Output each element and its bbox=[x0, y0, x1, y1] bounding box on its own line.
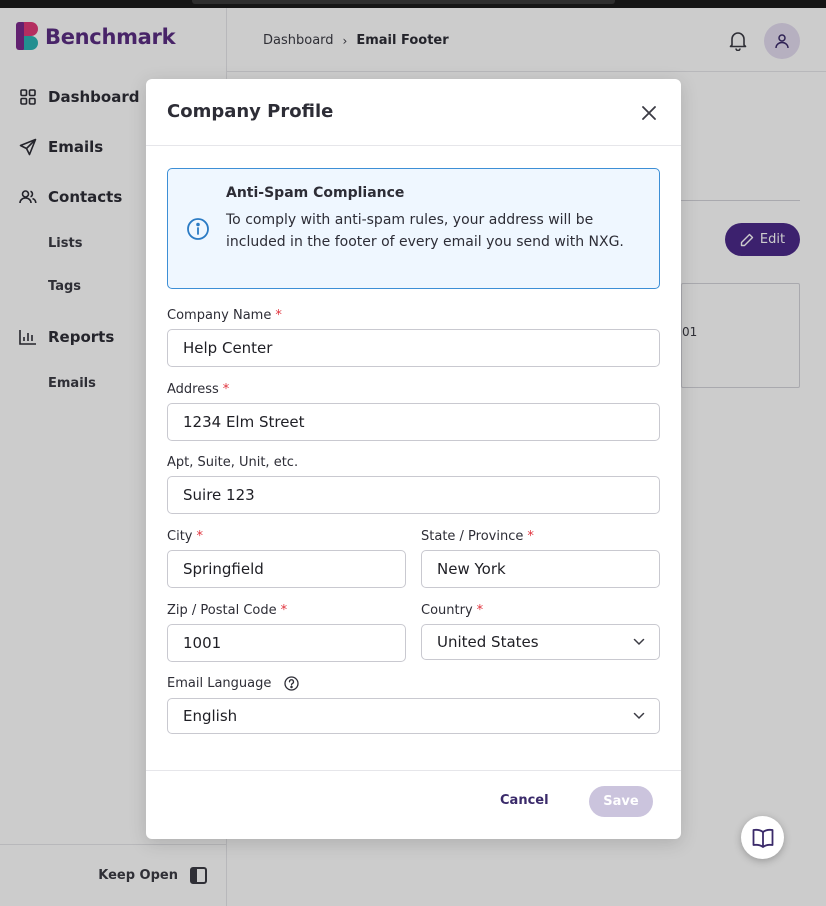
company-name-label-text: Company Name bbox=[167, 308, 272, 323]
city-label: City * bbox=[167, 529, 203, 544]
required-mark: * bbox=[222, 382, 230, 397]
city-value: Springfield bbox=[183, 560, 264, 578]
company-name-input[interactable]: Help Center bbox=[167, 329, 660, 367]
email-language-value: English bbox=[183, 707, 238, 725]
modal-header: Company Profile bbox=[146, 79, 681, 146]
required-mark: * bbox=[476, 603, 484, 618]
company-name-label: Company Name * bbox=[167, 308, 282, 323]
modal-footer: Cancel Save bbox=[146, 770, 681, 839]
email-language-label: Email Language bbox=[167, 676, 299, 691]
zip-label: Zip / Postal Code * bbox=[167, 603, 287, 618]
apt-label: Apt, Suite, Unit, etc. bbox=[167, 455, 298, 470]
close-icon[interactable] bbox=[639, 103, 659, 123]
company-profile-modal: Company Profile Anti-Spam Compliance To … bbox=[146, 79, 681, 839]
country-label-text: Country bbox=[421, 603, 473, 618]
zip-value: 1001 bbox=[183, 634, 222, 652]
country-select[interactable]: United States bbox=[421, 624, 660, 660]
country-label: Country * bbox=[421, 603, 483, 618]
state-label: State / Province * bbox=[421, 529, 534, 544]
address-value: 1234 Elm Street bbox=[183, 413, 305, 431]
country-value: United States bbox=[437, 633, 539, 651]
modal-title: Company Profile bbox=[167, 101, 334, 122]
company-name-value: Help Center bbox=[183, 339, 273, 357]
address-label: Address * bbox=[167, 382, 229, 397]
info-text: To comply with anti-spam rules, your add… bbox=[226, 212, 624, 250]
city-input[interactable]: Springfield bbox=[167, 550, 406, 588]
save-button[interactable]: Save bbox=[589, 786, 653, 817]
email-language-select[interactable]: English bbox=[167, 698, 660, 734]
apt-value: Suire 123 bbox=[183, 486, 255, 504]
info-title: Anti-Spam Compliance bbox=[226, 185, 405, 201]
city-label-text: City bbox=[167, 529, 193, 544]
state-input[interactable]: New York bbox=[421, 550, 660, 588]
apt-label-text: Apt, Suite, Unit, etc. bbox=[167, 455, 299, 470]
state-label-text: State / Province bbox=[421, 529, 524, 544]
state-value: New York bbox=[437, 560, 506, 578]
open-book-icon bbox=[752, 828, 773, 848]
required-mark: * bbox=[275, 308, 282, 323]
cancel-button[interactable]: Cancel bbox=[500, 793, 549, 808]
chevron-down-icon bbox=[633, 638, 645, 646]
chevron-down-icon bbox=[633, 712, 645, 720]
info-icon bbox=[186, 217, 210, 241]
required-mark: * bbox=[280, 603, 288, 618]
apt-input[interactable]: Suire 123 bbox=[167, 476, 660, 514]
zip-label-text: Zip / Postal Code bbox=[167, 603, 277, 618]
help-docs-button[interactable] bbox=[741, 816, 784, 859]
help-circle-icon[interactable] bbox=[283, 676, 299, 691]
zip-input[interactable]: 1001 bbox=[167, 624, 406, 662]
address-label-text: Address bbox=[167, 382, 219, 397]
required-mark: * bbox=[527, 529, 534, 544]
email-language-label-text: Email Language bbox=[167, 676, 272, 691]
address-input[interactable]: 1234 Elm Street bbox=[167, 403, 660, 441]
anti-spam-info-box: Anti-Spam Compliance To comply with anti… bbox=[167, 168, 660, 289]
required-mark: * bbox=[196, 529, 203, 544]
